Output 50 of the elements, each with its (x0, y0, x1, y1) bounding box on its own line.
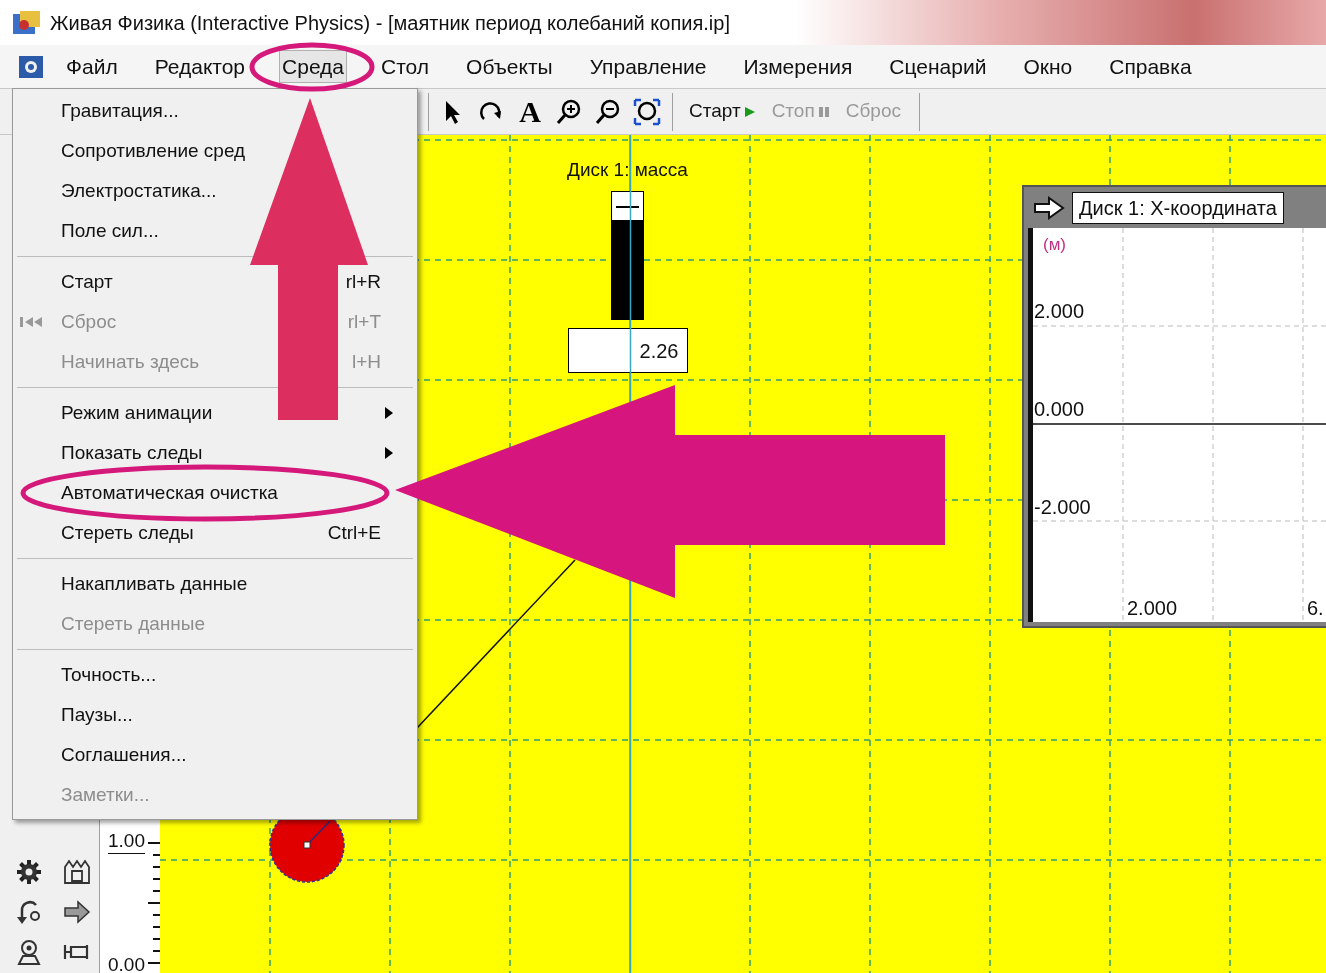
slider-track[interactable] (611, 191, 644, 320)
y-axis-label: -2.000 (1034, 497, 1091, 517)
menu-item[interactable]: Автоматическая очистка (13, 473, 417, 513)
menu-item[interactable]: Точность... (13, 655, 417, 695)
axis-unit: (м) (1043, 234, 1066, 256)
text-tool[interactable]: A (515, 96, 545, 127)
menu-bar-item[interactable]: Справка (1106, 49, 1195, 84)
window-title: Живая Физика (Interactive Physics) - [маятник период колебаний копия.ip] (50, 10, 730, 36)
arrow-icon[interactable] (1032, 194, 1066, 221)
run-button[interactable]: Старт (683, 94, 762, 129)
menu-item[interactable]: Старт rl+R (13, 262, 417, 302)
menu-item[interactable]: Режим анимации (13, 393, 417, 433)
ruler-label: 0.00 (108, 955, 145, 973)
ruler-label: 1.00 (108, 831, 145, 854)
graph-title: Диск 1: X-координата (1072, 191, 1284, 224)
menu-item[interactable]: Сопротивление сред (13, 131, 417, 171)
x-axis-label: 2.000 (1127, 598, 1178, 618)
menu-bar-item[interactable]: Сценарий (886, 49, 990, 84)
menu-bar-item[interactable]: Измерения (740, 49, 856, 84)
x-axis-label: 6. (1307, 598, 1324, 618)
menu-bar-item[interactable]: Окно (1020, 49, 1076, 84)
menu-item[interactable]: Накапливать данные (13, 564, 417, 604)
pulley-icon[interactable] (62, 857, 92, 887)
submenu-arrow-icon (385, 407, 393, 419)
play-icon (743, 105, 756, 118)
y-axis-label: 2.000 (1034, 301, 1085, 321)
gear-icon[interactable] (14, 857, 44, 887)
slider-handle[interactable] (616, 205, 639, 208)
menu-bar-item[interactable]: Объекты (463, 49, 556, 84)
menu-item[interactable]: Стереть следы Ctrl+E (13, 513, 417, 553)
menu-item[interactable]: Показать следы (13, 433, 417, 473)
menu-bar-item[interactable]: Редактор (151, 49, 249, 84)
pause-icon (817, 105, 830, 118)
menu-item[interactable]: Паузы... (13, 695, 417, 735)
menu-bar-item[interactable]: Файл (63, 49, 121, 84)
value-field[interactable]: 2.26 (567, 328, 688, 373)
menu-item[interactable]: Соглашения... (13, 735, 417, 775)
menu-item[interactable]: Гравитация... (13, 91, 417, 131)
reset-icon (19, 315, 45, 329)
menu-item[interactable]: Поле сил... (13, 211, 417, 251)
app-icon (12, 9, 42, 36)
menu-item[interactable]: Электростатика... (13, 171, 417, 211)
menu-bar-item[interactable]: Стол (378, 49, 433, 84)
app-icon[interactable] (18, 54, 44, 79)
submenu-arrow-icon (385, 447, 393, 459)
menu-bar-item[interactable]: Управление (586, 49, 710, 84)
zoom-fit-icon[interactable] (632, 96, 662, 127)
slider-label: Диск 1: масса (567, 160, 688, 179)
menu-bar-item[interactable]: Среда (279, 49, 348, 84)
y-axis-label: 0.000 (1034, 399, 1085, 419)
